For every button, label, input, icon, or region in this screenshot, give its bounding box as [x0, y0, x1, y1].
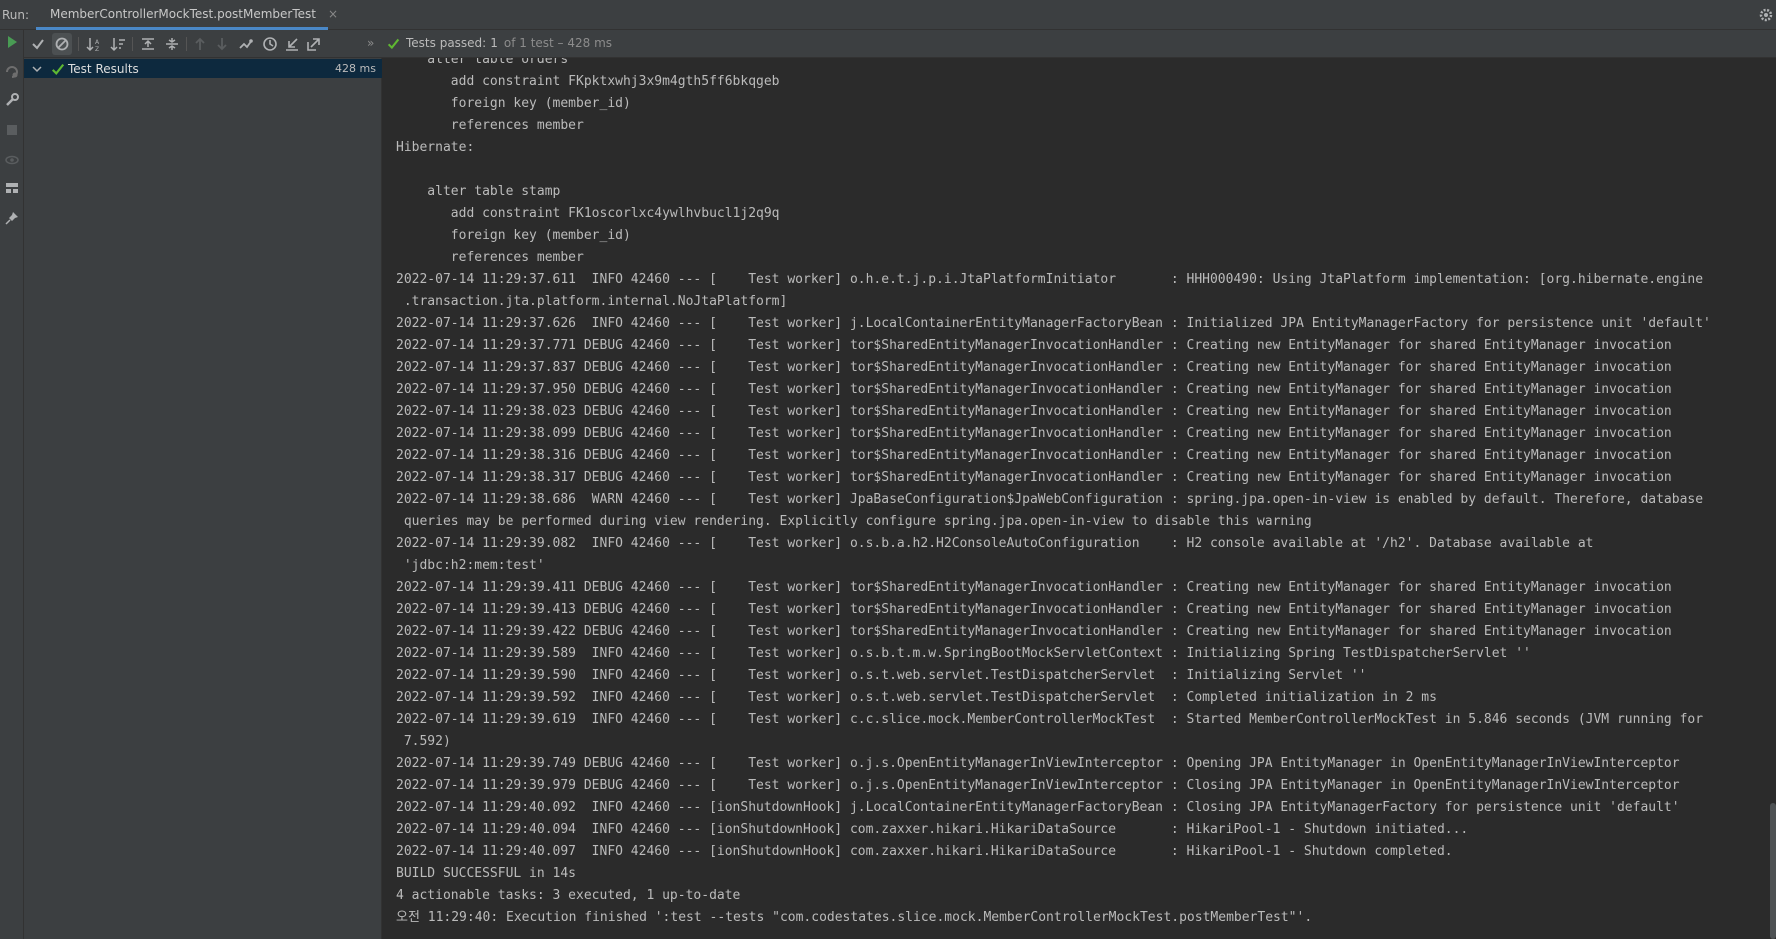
console-line: 2022-07-14 11:29:39.619 INFO 42460 --- [… — [396, 712, 1704, 727]
show-ignored-toggle[interactable] — [52, 33, 72, 55]
console-line: 2022-07-14 11:29:40.097 INFO 42460 --- [… — [396, 844, 1453, 859]
svg-text:Z: Z — [95, 46, 99, 52]
run-label: Run: — [2, 8, 30, 22]
console-line: 2022-07-14 11:29:38.317 DEBUG 42460 --- … — [396, 470, 1672, 485]
console-line: 2022-07-14 11:29:39.411 DEBUG 42460 --- … — [396, 580, 1672, 595]
gear-icon[interactable] — [1758, 7, 1774, 23]
console-line: alter table stamp — [396, 184, 561, 199]
layout-icon[interactable] — [4, 180, 20, 196]
show-ignored-icon — [55, 37, 69, 51]
console-line: 2022-07-14 11:29:37.837 DEBUG 42460 --- … — [396, 360, 1672, 375]
console-line: 2022-07-14 11:29:40.092 INFO 42460 --- [… — [396, 800, 1680, 815]
console-line: 2022-07-14 11:29:39.590 INFO 42460 --- [… — [396, 668, 1367, 683]
rerun-icon[interactable] — [4, 34, 20, 50]
run-tab-title: MemberControllerMockTest.postMemberTest — [50, 6, 316, 21]
console-line: 2022-07-14 11:29:39.589 INFO 42460 --- [… — [396, 646, 1531, 661]
console-line: BUILD SUCCESSFUL in 14s — [396, 866, 577, 881]
clock-icon[interactable] — [262, 36, 278, 52]
console-line: 2022-07-14 11:29:37.950 DEBUG 42460 --- … — [396, 382, 1672, 397]
chevron-down-icon[interactable] — [32, 64, 42, 74]
expand-all-icon[interactable] — [140, 36, 156, 52]
svg-text:A: A — [95, 39, 100, 46]
run-actions-bar — [0, 30, 24, 939]
tree-row-test-results[interactable]: Test Results 428 ms — [24, 59, 382, 78]
console-line: references member — [396, 118, 584, 133]
sort-alpha-icon[interactable]: AZ — [86, 36, 102, 52]
console-line: references member — [396, 250, 584, 265]
test-history-icon[interactable] — [238, 36, 254, 52]
test-runner-toolbar: AZ » Tests passed: 1 of 1 test – 428 ms — [24, 30, 1776, 58]
console-line: 2022-07-14 11:29:39.413 DEBUG 42460 --- … — [396, 602, 1672, 617]
close-tab-icon[interactable]: × — [328, 7, 338, 21]
console-line: 2022-07-14 11:29:37.611 INFO 42460 --- [… — [396, 272, 1704, 287]
console-output[interactable]: alter table orders add constraint FKpktx… — [382, 58, 1776, 939]
console-line: 7.592) — [396, 734, 451, 749]
pin-icon[interactable] — [4, 210, 20, 226]
console-lines: alter table orders add constraint FKpktx… — [396, 58, 1711, 929]
sort-duration-icon[interactable] — [110, 36, 126, 52]
console-line: 2022-07-14 11:29:38.316 DEBUG 42460 --- … — [396, 448, 1672, 463]
tree-root-time: 428 ms — [335, 62, 376, 75]
tests-passed-label: Tests passed: — [406, 36, 487, 50]
check-icon — [387, 38, 400, 49]
console-line: 2022-07-14 11:29:37.626 INFO 42460 --- [… — [396, 316, 1711, 331]
console-line: 2022-07-14 11:29:39.979 DEBUG 42460 --- … — [396, 778, 1680, 793]
console-line: foreign key (member_id) — [396, 96, 631, 111]
tree-root-label: Test Results — [68, 61, 139, 76]
console-line: foreign key (member_id) — [396, 228, 631, 243]
console-line: 2022-07-14 11:29:39.082 INFO 42460 --- [… — [396, 536, 1594, 551]
console-line: 2022-07-14 11:29:39.422 DEBUG 42460 --- … — [396, 624, 1672, 639]
console-line: Hibernate: — [396, 140, 483, 155]
run-toolwindow-header: Run: MemberControllerMockTest.postMember… — [0, 0, 1776, 30]
console-line: 2022-07-14 11:29:38.686 WARN 42460 --- [… — [396, 492, 1704, 507]
tests-total-duration: of 1 test – 428 ms — [503, 36, 613, 50]
more-actions-chevron[interactable]: » — [367, 36, 374, 50]
console-line: add constraint FK1oscorlxc4ywlhvbucl1j2q… — [396, 206, 780, 221]
console-line: 2022-07-14 11:29:39.749 DEBUG 42460 --- … — [396, 756, 1680, 771]
console-scrollbar[interactable] — [1770, 803, 1776, 939]
show-passed-icon[interactable] — [30, 36, 46, 52]
console-line: alter table orders — [396, 58, 569, 67]
import-tests-icon[interactable] — [284, 36, 300, 52]
console-line: 2022-07-14 11:29:37.771 DEBUG 42460 --- … — [396, 338, 1672, 353]
export-tests-icon[interactable] — [306, 36, 322, 52]
collapse-all-icon[interactable] — [164, 36, 180, 52]
run-tab[interactable]: MemberControllerMockTest.postMemberTest … — [36, 0, 338, 30]
console-line: 4 actionable tasks: 3 executed, 1 up-to-… — [396, 888, 741, 903]
stop-icon[interactable] — [4, 122, 20, 138]
console-line: 2022-07-14 11:29:38.023 DEBUG 42460 --- … — [396, 404, 1672, 419]
console-line: add constraint FKpktxwhj3x9m4gth5ff6bkqg… — [396, 74, 780, 89]
previous-failed-icon[interactable] — [192, 36, 208, 52]
next-failed-icon[interactable] — [214, 36, 230, 52]
test-results-tree: Test Results 428 ms — [24, 58, 382, 939]
console-line: 2022-07-14 11:29:40.094 INFO 42460 --- [… — [396, 822, 1469, 837]
eye-icon[interactable] — [4, 152, 20, 168]
console-line: .transaction.jta.platform.internal.NoJta… — [396, 294, 788, 309]
test-status-summary: Tests passed: 1 of 1 test – 428 ms — [387, 36, 612, 50]
wrench-icon[interactable] — [4, 92, 20, 108]
console-line: 2022-07-14 11:29:39.592 INFO 42460 --- [… — [396, 690, 1437, 705]
rerun-failed-icon[interactable] — [4, 64, 20, 80]
check-icon — [51, 63, 65, 75]
console-line: 오전 11:29:40: Execution finished ':test -… — [396, 910, 1313, 925]
console-line: 'jdbc:h2:mem:test' — [396, 558, 545, 573]
console-line: 2022-07-14 11:29:38.099 DEBUG 42460 --- … — [396, 426, 1672, 441]
console-line: queries may be performed during view ren… — [396, 514, 1312, 529]
tests-passed-count: 1 — [490, 36, 498, 50]
